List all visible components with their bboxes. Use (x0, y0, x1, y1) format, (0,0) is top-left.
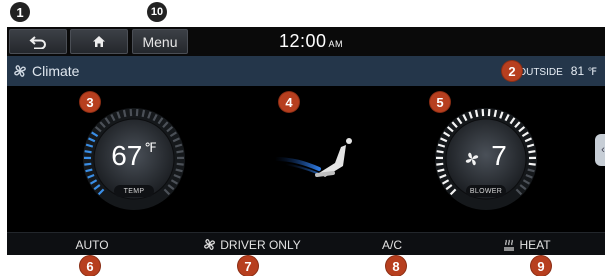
clock: 12:00AM (279, 31, 343, 52)
title-label: Climate (32, 63, 79, 79)
temp-caption: TEMP (81, 188, 187, 195)
page-title: Climate (13, 63, 79, 79)
dial-tick (495, 110, 496, 117)
dial-tick (143, 110, 144, 117)
auto-label: AUTO (75, 238, 108, 252)
blower-value: 7 (459, 140, 539, 172)
callout-2: 2 (502, 61, 522, 81)
top-bar: Menu 12:00AM (7, 27, 605, 56)
dial-tick (124, 110, 125, 117)
ac-button[interactable]: A/C (337, 233, 447, 255)
driver-only-button[interactable]: DRIVER ONLY (177, 233, 327, 255)
fan-icon (203, 238, 216, 251)
callout-3: 3 (80, 92, 100, 112)
home-icon (92, 35, 106, 48)
temp-value: 67℉ (81, 140, 187, 172)
chevron-left-icon: ‹ (601, 144, 605, 156)
bottom-bar: AUTO DRIVER ONLY A/C HEAT (7, 232, 605, 255)
home-button[interactable] (70, 29, 128, 54)
callout-1: 1 (10, 2, 30, 22)
blower-dial[interactable]: 7 BLOWER (433, 106, 539, 212)
callout-9: 9 (531, 256, 551, 276)
ac-label: A/C (382, 238, 402, 252)
heat-label: HEAT (519, 238, 550, 252)
menu-button[interactable]: Menu (132, 29, 188, 54)
dial-tick (436, 164, 443, 165)
seat-heat-icon (503, 239, 515, 251)
clock-time: 12:00 (279, 31, 327, 51)
fan-icon (13, 64, 27, 78)
outside-temperature: OUTSIDE 81 ℉ (518, 64, 597, 78)
outside-label: OUTSIDE (518, 67, 562, 78)
airflow-mode-button[interactable] (267, 133, 367, 183)
auto-button[interactable]: AUTO (27, 233, 157, 255)
clock-ampm: AM (329, 39, 344, 49)
driver-only-label: DRIVER ONLY (220, 238, 300, 252)
callout-10: 10 (147, 2, 167, 22)
callout-5: 5 (430, 92, 450, 112)
outside-value: 81 ℉ (571, 64, 597, 78)
dial-tick (476, 110, 477, 117)
side-panel-handle[interactable]: ‹ (595, 134, 605, 166)
back-arrow-icon (29, 35, 47, 49)
callout-6: 6 (80, 256, 100, 276)
blower-caption: BLOWER (433, 188, 539, 195)
seat-airflow-icon (267, 133, 367, 183)
temp-dial[interactable]: 67℉ TEMP (81, 106, 187, 212)
back-button[interactable] (9, 29, 67, 54)
callout-8: 8 (386, 256, 406, 276)
callout-7: 7 (238, 256, 258, 276)
callout-4: 4 (279, 92, 299, 112)
dial-tick (437, 151, 444, 152)
heat-button[interactable]: HEAT (467, 233, 587, 255)
